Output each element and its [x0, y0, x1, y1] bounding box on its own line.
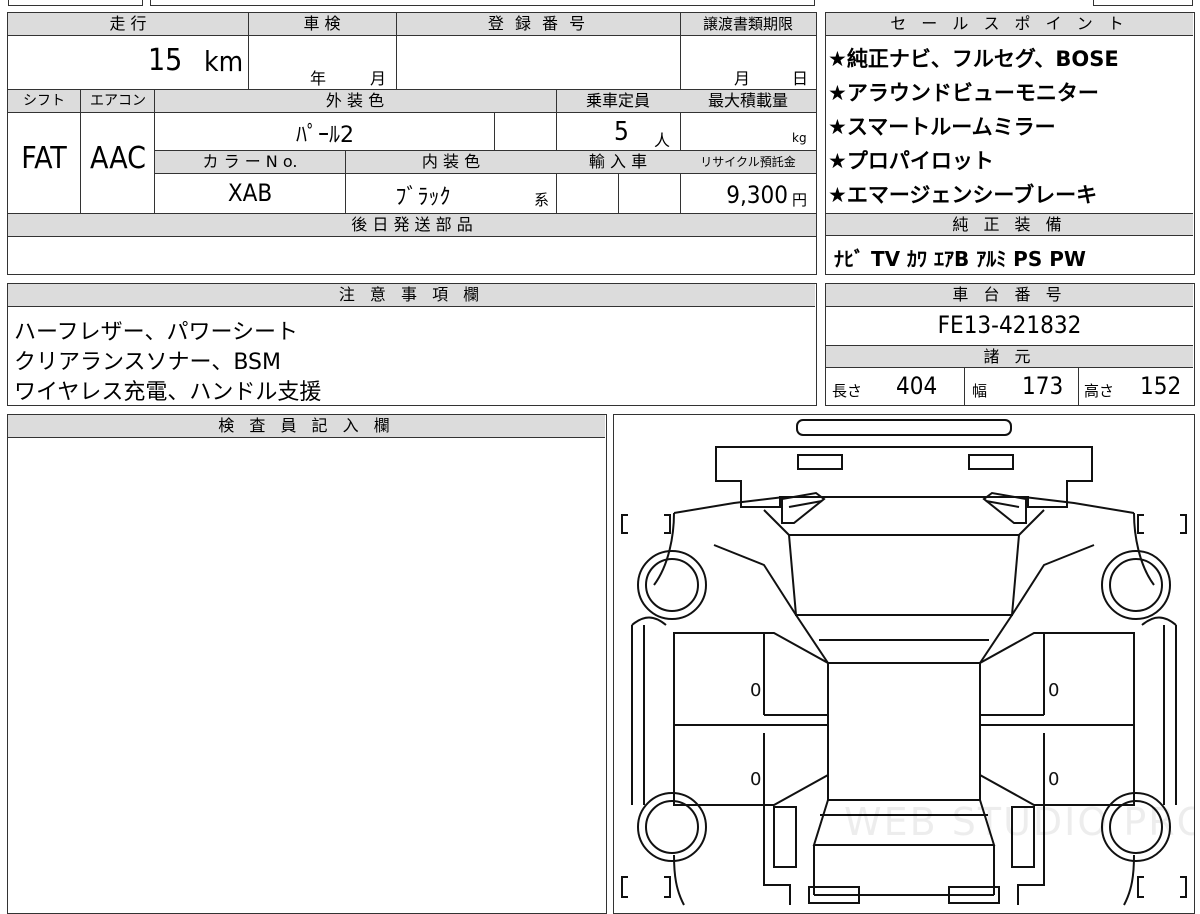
equipment-header: 純 正 装 備 [826, 213, 1193, 236]
divider [1078, 368, 1079, 406]
divider [964, 368, 965, 406]
aircon-value: AAC [89, 141, 147, 176]
aircon-label: エアコン [90, 93, 146, 109]
equipment-value: ﾅﾋﾞ TV ｶﾜ ｴｱB ｱﾙﾐ PS PW [834, 247, 1086, 271]
length-label: 長さ [832, 382, 863, 400]
notes-panel: 注 意 事 項 欄 ハーフレザー、パワーシート クリアランスソナー、BSM ワイ… [7, 283, 817, 406]
sales-point-item: ★アラウンドビューモニター [828, 81, 1099, 105]
divider [396, 13, 397, 89]
later-parts-label: 後 日 発 送 部 品 [351, 215, 473, 234]
row-line [8, 236, 816, 237]
interior-color-suffix: 系 [534, 191, 550, 209]
color-no-label: カ ラ ー N o. [202, 152, 298, 171]
shift-label: シフト [23, 93, 65, 109]
transfer-month-unit: 月 [734, 69, 751, 88]
top-strip-right [1093, 0, 1193, 6]
row-line [8, 112, 816, 113]
divider [248, 13, 249, 89]
top-strip-mid [150, 0, 815, 6]
main-info-table: 走 行 車 検 登 録 番 号 譲渡書類期限 15 km 年 月 月 日 シフト… [7, 12, 817, 275]
notes-header: 注 意 事 項 欄 [8, 284, 815, 307]
row-line [154, 173, 816, 174]
specs-header: 諸 元 [826, 345, 1193, 368]
width-value: 173 [1022, 372, 1064, 400]
sales-point-item: ★プロパイロット [828, 149, 994, 173]
chassis-header: 車 台 番 号 [826, 284, 1193, 307]
transfer-day-unit: 日 [792, 69, 809, 88]
max-load-label: 最大積載量 [707, 91, 788, 110]
recycle-unit: 円 [792, 191, 808, 209]
exterior-color-value: ﾊﾟｰﾙ2 [296, 123, 354, 148]
recycle-value: 9,300 [726, 181, 788, 209]
height-label: 高さ [1084, 382, 1115, 400]
registration-label: 登 録 番 号 [487, 14, 589, 33]
notes-line: クリアランスソナー、BSM [14, 350, 281, 375]
import-label: 輸 入 車 [588, 152, 648, 171]
chassis-specs-panel: 車 台 番 号 FE13-421832 諸 元 長さ 404 幅 173 高さ … [825, 283, 1195, 406]
transfer-deadline-label: 譲渡書類期限 [702, 15, 793, 33]
sales-point-item: ★スマートルームミラー [828, 115, 1056, 139]
width-label: 幅 [972, 382, 988, 400]
car-diagram: 0 0 0 0 WEB STUDIO PRO [621, 419, 1194, 906]
notes-line: ワイヤレス充電、ハンドル支援 [14, 380, 322, 405]
top-strip-left [8, 0, 143, 6]
sales-point-item: ★エマージェンシーブレーキ [828, 183, 1098, 207]
max-load-unit: kg [792, 131, 807, 145]
car-diagram-panel: 0 0 0 0 WEB STUDIO PRO [613, 414, 1195, 914]
door-mark-front-right: 0 [1048, 680, 1059, 701]
recycle-label: リサイクル預託金 [700, 155, 796, 169]
inspection-month-unit: 月 [370, 69, 387, 88]
inspection-label: 車 検 [303, 14, 341, 33]
capacity-value: 5 [614, 117, 629, 147]
interior-color-value: ﾌﾞﾗｯｸ [395, 185, 451, 210]
divider [345, 150, 346, 213]
inspector-panel: 検 査 員 記 入 欄 [7, 414, 607, 914]
door-mark-rear-right: 0 [1048, 769, 1059, 790]
door-mark-front-left: 0 [750, 680, 761, 701]
height-value: 152 [1140, 372, 1182, 400]
inspection-year-unit: 年 [310, 69, 327, 88]
capacity-label: 乗車定員 [585, 91, 650, 110]
mileage-label: 走 行 [109, 14, 147, 33]
shift-value: FAT [21, 141, 67, 176]
row-line [8, 35, 816, 36]
mileage-unit: km [204, 45, 244, 78]
sales-points-header: セ ー ル ス ポ イ ン ト [826, 13, 1193, 36]
chassis-value: FE13-421832 [937, 311, 1082, 339]
inspector-header: 検 査 員 記 入 欄 [8, 415, 605, 438]
exterior-color-label: 外 装 色 [325, 91, 385, 110]
mileage-value: 15 [148, 43, 183, 78]
door-mark-rear-left: 0 [750, 769, 761, 790]
watermark: WEB STUDIO PRO [844, 800, 1194, 844]
sales-point-item: ★純正ナビ、フルセグ、BOSE [828, 47, 1119, 71]
length-value: 404 [896, 372, 938, 400]
divider [680, 13, 681, 213]
divider [618, 173, 619, 213]
sales-points-panel: セ ー ル ス ポ イ ン ト ★純正ナビ、フルセグ、BOSE ★アラウンドビュ… [825, 12, 1195, 275]
interior-color-label: 内 装 色 [421, 152, 481, 171]
notes-line: ハーフレザー、パワーシート [14, 320, 299, 345]
capacity-unit: 人 [654, 131, 671, 150]
color-no-value: XAB [227, 179, 273, 207]
